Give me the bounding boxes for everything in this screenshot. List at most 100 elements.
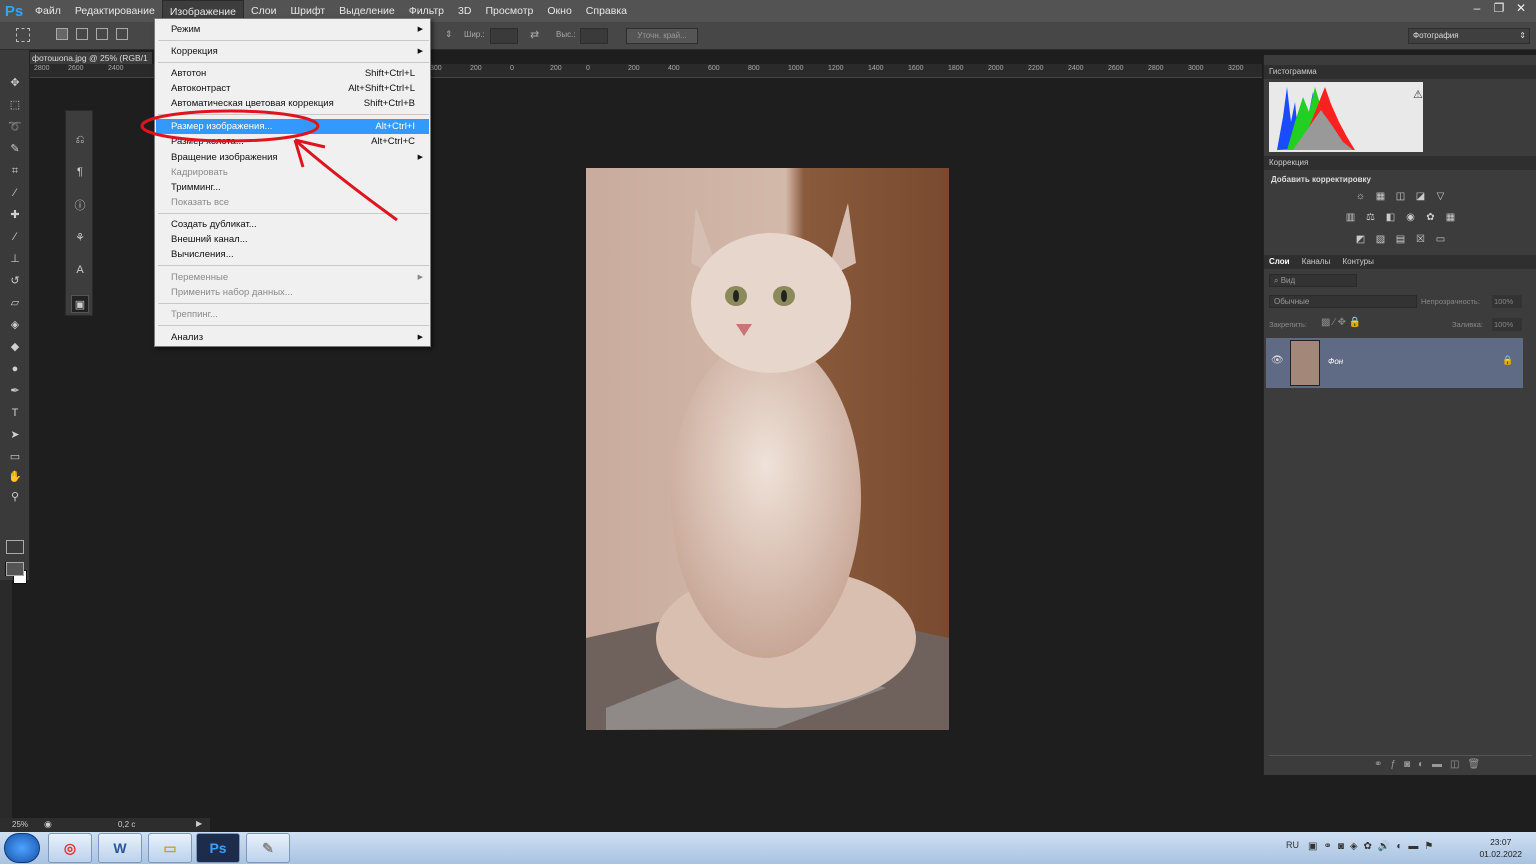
tab-channels[interactable]: Каналы [1302, 257, 1330, 266]
menu-item-image-rotation[interactable]: Вращение изображения ▶ [156, 150, 429, 165]
brush-presets-icon[interactable]: ⚘ [71, 229, 89, 247]
exposure-icon[interactable]: ◪ [1414, 191, 1427, 202]
history-panel-icon[interactable]: ⎌ [71, 131, 89, 149]
opacity-field[interactable]: 100% [1492, 295, 1522, 308]
marquee-tool-icon[interactable] [16, 28, 30, 42]
refine-edge-button[interactable]: Уточн. край... [626, 28, 698, 44]
word-taskbar-icon[interactable]: W [98, 833, 142, 863]
new-selection-icon[interactable] [56, 28, 68, 40]
style-dropdown-arrow-icon[interactable]: ⇕ [445, 29, 453, 40]
bucket-tool-icon[interactable]: ◈ [6, 316, 24, 334]
paragraph-panel-icon[interactable]: ¶ [71, 163, 89, 181]
lock-icons[interactable]: ▩ ∕ ✥ 🔒 [1321, 317, 1361, 328]
menu-view[interactable]: Просмотр [478, 0, 540, 22]
menu-edit[interactable]: Редактирование [68, 0, 162, 22]
menu-item-adjustments[interactable]: Коррекция ▶ [156, 44, 429, 59]
color-lookup-icon[interactable]: ▦ [1444, 212, 1457, 223]
fill-field[interactable]: 100% [1492, 318, 1522, 331]
status-info-icon[interactable]: ◉ [44, 819, 52, 830]
menu-item-mode[interactable]: Режим ▶ [156, 22, 429, 37]
photo-filter-icon[interactable]: ◉ [1404, 212, 1417, 223]
menu-item-auto-contrast[interactable]: Автоконтраст Alt+Shift+Ctrl+L [156, 81, 429, 96]
menu-item-canvas-size[interactable]: Размер холста... Alt+Ctrl+C [156, 134, 429, 149]
history-brush-tool-icon[interactable]: ↺ [6, 272, 24, 290]
quick-mask-icon[interactable] [6, 540, 24, 554]
healing-tool-icon[interactable]: ✚ [6, 206, 24, 224]
menu-window[interactable]: Окно [540, 0, 578, 22]
subtract-selection-icon[interactable] [96, 28, 108, 40]
chrome-taskbar-icon[interactable]: ◎ [48, 833, 92, 863]
width-field[interactable] [490, 28, 518, 44]
menu-file[interactable]: Файл [28, 0, 68, 22]
shape-tool-icon[interactable]: ▭ [6, 448, 24, 466]
pen-tool-icon[interactable]: ✒ [6, 382, 24, 400]
blur-tool-icon[interactable]: ◆ [6, 338, 24, 356]
swap-icon[interactable]: ⇄ [530, 28, 539, 41]
height-field[interactable] [580, 28, 608, 44]
menu-item-duplicate[interactable]: Создать дубликат... [156, 217, 429, 232]
screen-mode-icon[interactable] [6, 562, 24, 576]
menu-item-calculations[interactable]: Вычисления... [156, 247, 429, 262]
lasso-tool-icon[interactable]: ➰ [6, 118, 24, 136]
hand-tool-icon[interactable]: ✋ [6, 468, 24, 486]
document-canvas-photo[interactable] [586, 168, 949, 730]
channel-mixer-icon[interactable]: ✿ [1424, 212, 1437, 223]
type-tool-icon[interactable]: T [6, 404, 24, 422]
language-indicator[interactable]: RU [1286, 840, 1299, 850]
menu-item-image-size[interactable]: Размер изображения... Alt+Ctrl+I [156, 119, 429, 134]
selective-color-icon[interactable]: ☒ [1414, 234, 1427, 245]
color-balance-icon[interactable]: ⚖ [1364, 212, 1377, 223]
character-panel-icon[interactable]: A [71, 261, 89, 279]
curves-icon[interactable]: ◫ [1394, 191, 1407, 202]
minimize-button[interactable]: – [1466, 0, 1488, 18]
zoom-tool-icon[interactable]: ⚲ [6, 488, 24, 506]
menu-help[interactable]: Справка [579, 0, 634, 22]
histogram-panel-title[interactable]: Гистограмма [1264, 65, 1536, 79]
menu-item-auto-color[interactable]: Автоматическая цветовая коррекция Shift+C… [156, 96, 429, 111]
adjustments-panel-title[interactable]: Коррекция [1264, 156, 1536, 170]
menu-item-trim[interactable]: Тримминг... [156, 180, 429, 195]
dodge-tool-icon[interactable]: ● [6, 360, 24, 378]
close-button[interactable]: ✕ [1510, 0, 1532, 18]
photoshop-taskbar-icon[interactable]: Ps [196, 833, 240, 863]
stamp-tool-icon[interactable]: ⊥ [6, 250, 24, 268]
crop-tool-icon[interactable]: ⌗ [6, 162, 24, 180]
invert-icon[interactable]: ◩ [1354, 234, 1367, 245]
path-select-tool-icon[interactable]: ➤ [6, 426, 24, 444]
document-tab[interactable]: фотошопа.jpg @ 25% (RGB/1 [30, 52, 152, 64]
tray-icons[interactable]: ▣⚭◙◈✿🔊◐▬⚑ [1308, 841, 1439, 852]
marquee-tool-icon[interactable]: ⬚ [6, 96, 24, 114]
menu-item-apply-image[interactable]: Внешний канал... [156, 232, 429, 247]
taskbar-clock[interactable]: 23:07 01.02.2022 [1479, 836, 1522, 860]
menu-3d[interactable]: 3D [451, 0, 478, 22]
gradient-map-icon[interactable]: ▭ [1434, 234, 1447, 245]
brightness-icon[interactable]: ☼ [1354, 191, 1367, 202]
paint-taskbar-icon[interactable]: ✎ [246, 833, 290, 863]
blend-mode-select[interactable]: Обычные [1269, 295, 1417, 308]
menu-item-auto-tone[interactable]: Автотон Shift+Ctrl+L [156, 66, 429, 81]
start-button-icon[interactable] [4, 833, 40, 863]
mini-bridge-icon[interactable]: ▣ [71, 295, 89, 313]
vibrance-icon[interactable]: ▽ [1434, 191, 1447, 202]
eraser-tool-icon[interactable]: ▱ [6, 294, 24, 312]
intersect-selection-icon[interactable] [116, 28, 128, 40]
posterize-icon[interactable]: ▨ [1374, 234, 1387, 245]
visibility-eye-icon[interactable]: 👁 [1271, 355, 1284, 366]
levels-icon[interactable]: ▦ [1374, 191, 1387, 202]
hue-sat-icon[interactable]: ▥ [1344, 212, 1357, 223]
menu-item-analysis[interactable]: Анализ ▶ [156, 330, 429, 345]
threshold-icon[interactable]: ▤ [1394, 234, 1407, 245]
warning-icon[interactable]: ⚠ [1413, 89, 1423, 101]
layer-actions-icons[interactable]: ⚭ƒ◙◐▬◫🗑 [1374, 759, 1488, 770]
zoom-level[interactable]: 25% [12, 820, 28, 829]
tab-paths[interactable]: Контуры [1342, 257, 1373, 266]
status-menu-arrow-icon[interactable]: ▶ [196, 819, 202, 828]
eyedropper-tool-icon[interactable]: ⁄ [6, 184, 24, 202]
info-panel-icon[interactable]: ⓘ [71, 197, 89, 215]
add-selection-icon[interactable] [76, 28, 88, 40]
black-white-icon[interactable]: ◧ [1384, 212, 1397, 223]
tab-layers[interactable]: Слои [1269, 257, 1290, 266]
restore-button[interactable]: ❐ [1488, 0, 1510, 18]
explorer-taskbar-icon[interactable]: ▭ [148, 833, 192, 863]
workspace-select[interactable]: Фотография ⇕ [1408, 28, 1530, 44]
